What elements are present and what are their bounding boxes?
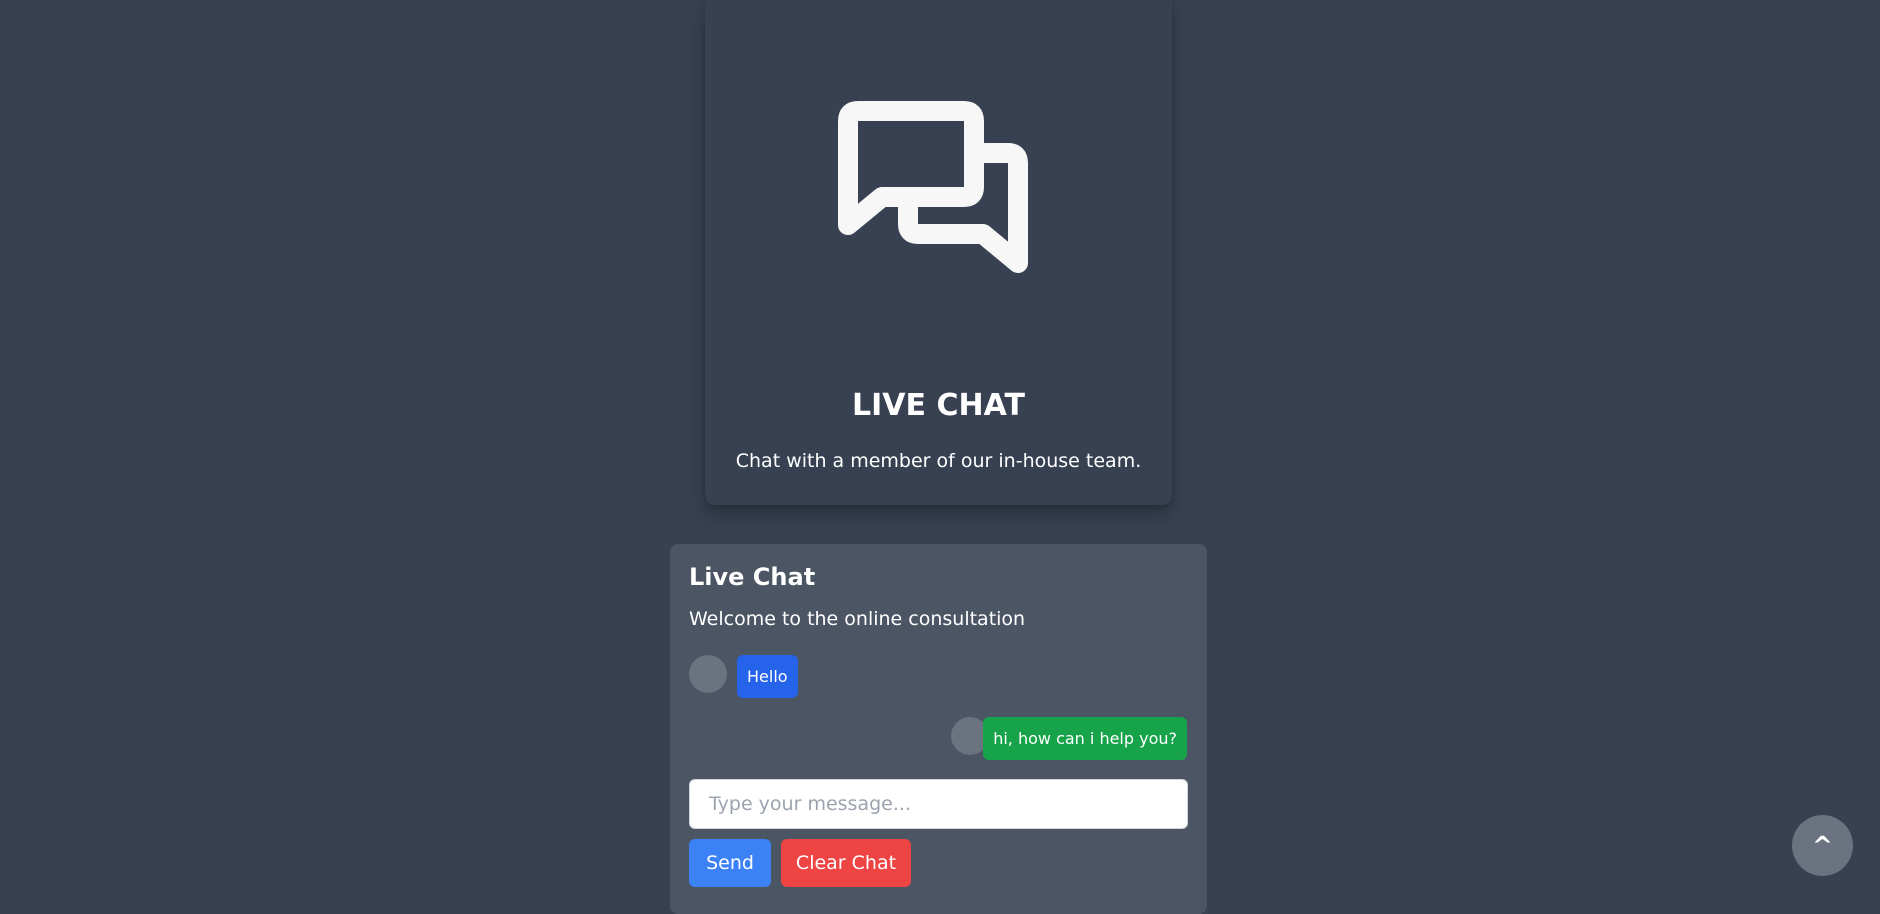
chat-bubbles-icon: [838, 101, 1028, 273]
caret-up-icon: ^: [1812, 831, 1833, 860]
message-bubble-outgoing: hi, how can i help you?: [983, 717, 1187, 760]
page-subtitle: Chat with a member of our in-house team.: [735, 450, 1142, 472]
chat-title: Live Chat: [689, 563, 816, 591]
message-input[interactable]: [689, 779, 1188, 829]
scroll-to-top-button[interactable]: ^: [1792, 815, 1853, 876]
message-bubble-incoming: Hello: [737, 655, 798, 698]
chat-welcome-text: Welcome to the online consultation: [689, 608, 1026, 630]
clear-chat-button[interactable]: Clear Chat: [781, 839, 911, 887]
send-button[interactable]: Send: [689, 839, 771, 887]
page-title: LIVE CHAT: [852, 388, 1025, 423]
avatar: [689, 655, 727, 693]
